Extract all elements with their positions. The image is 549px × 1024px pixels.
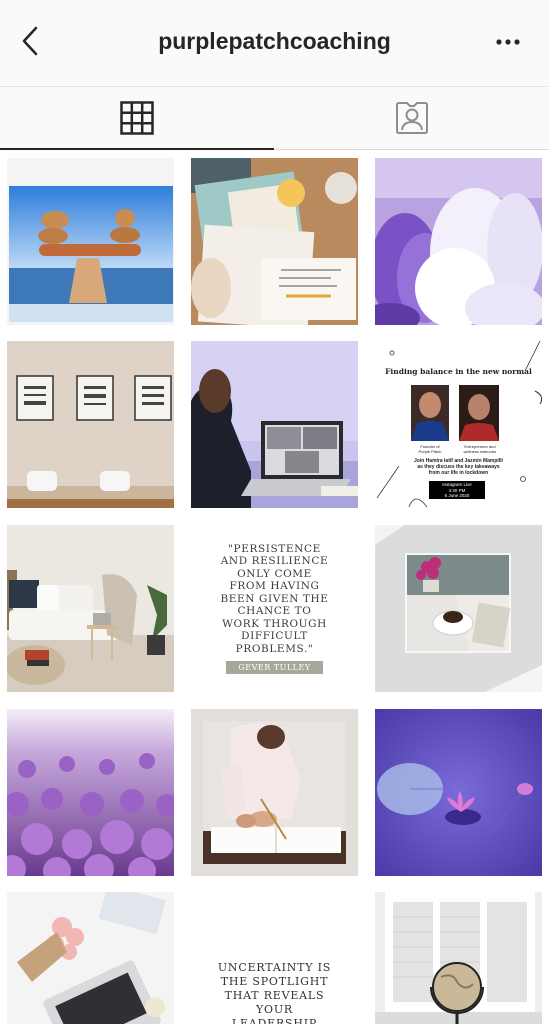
quote-text: "PERSISTENCE AND RESILIENCE ONLY COME FR… [220, 542, 329, 655]
writing-journal-image [191, 709, 358, 876]
quote-card: "PERSISTENCE AND RESILIENCE ONLY COME FR… [191, 525, 358, 692]
post-purple-tulips[interactable] [375, 158, 542, 325]
quote-card: UNCERTAINTY IS THE SPOTLIGHT THAT REVEAL… [191, 892, 358, 1024]
coffee-flowers-image [375, 525, 542, 692]
purple-tulips-image [375, 158, 542, 325]
framed-quotes-wall-image [7, 341, 174, 508]
event-caption-left: Founder of Purple Patch [418, 444, 442, 454]
tab-tagged[interactable] [274, 87, 549, 150]
globe-window-image [375, 892, 542, 1024]
post-writing-journal[interactable] [191, 709, 358, 876]
notebook-desk-image [191, 158, 358, 325]
post-instagram-live-event[interactable]: Finding balance in the new normal Founde… [375, 341, 542, 508]
more-horizontal-icon [496, 39, 520, 45]
tagged-person-icon [395, 102, 428, 134]
post-globe-window[interactable] [375, 892, 542, 1024]
event-title: Finding balance in the new normal [385, 367, 532, 376]
event-badge: Instagram Live 4:30 PM 6 June 2020 [429, 481, 485, 499]
post-laptop-flowers[interactable] [7, 892, 174, 1024]
video-call-laptop-image [191, 341, 358, 508]
cozy-living-room-image [7, 525, 174, 692]
event-description: Join Hamira latif and Jazmin Mampilli as… [414, 458, 503, 476]
profile-tabs [0, 86, 549, 150]
post-framed-quotes-wall[interactable] [7, 341, 174, 508]
post-coffee-flowers[interactable] [375, 525, 542, 692]
tab-posts-grid[interactable] [0, 87, 274, 150]
lotus-pond-image [375, 709, 542, 876]
profile-header: purplepatchcoaching [0, 0, 549, 86]
profile-username: purplepatchcoaching [158, 28, 391, 54]
balanced-stones-image [7, 158, 174, 325]
post-purple-flower-field[interactable] [7, 709, 174, 876]
quote-author: GEVER TULLEY [226, 661, 323, 675]
post-video-call-laptop[interactable] [191, 341, 358, 508]
post-notebook-desk[interactable] [191, 158, 358, 325]
post-balanced-stones[interactable] [7, 158, 174, 325]
post-quote-persistence[interactable]: "PERSISTENCE AND RESILIENCE ONLY COME FR… [191, 525, 358, 692]
event-caption-right: Entrepreneur and wellness instructor [463, 444, 497, 454]
laptop-flowers-image [7, 892, 174, 1024]
post-cozy-living-room[interactable] [7, 525, 174, 692]
posts-grid: Finding balance in the new normal Founde… [0, 150, 549, 1024]
event-poster: Finding balance in the new normal Founde… [375, 341, 542, 508]
post-quote-uncertainty[interactable]: UNCERTAINTY IS THE SPOTLIGHT THAT REVEAL… [191, 892, 358, 1024]
post-lotus-pond[interactable] [375, 709, 542, 876]
purple-flower-field-image [7, 709, 174, 876]
grid-icon [120, 100, 154, 135]
quote-text: UNCERTAINTY IS THE SPOTLIGHT THAT REVEAL… [217, 960, 332, 1024]
more-options-button[interactable] [493, 30, 523, 54]
